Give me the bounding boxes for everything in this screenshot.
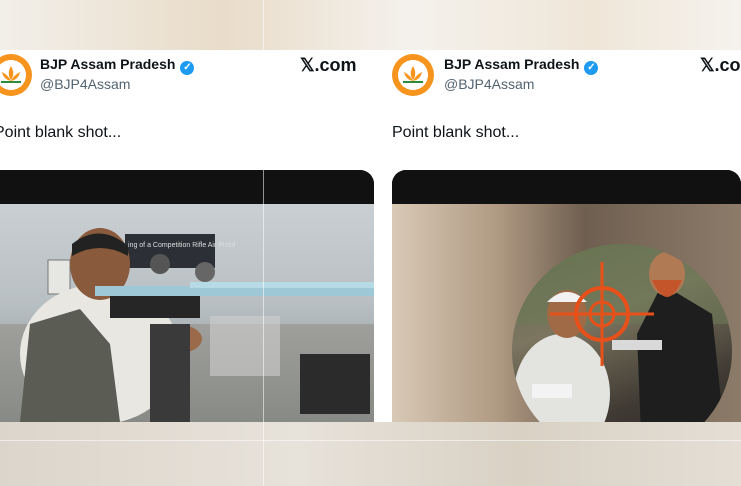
image-banner-text: ing of a Competition Rifle Air Pistol xyxy=(128,242,236,249)
tweet-text: Point blank shot... xyxy=(392,124,520,141)
tweet-media-image[interactable]: ing of a Competition Rifle Air Pistol xyxy=(0,170,374,422)
verified-badge-icon: ✓ xyxy=(180,61,195,75)
right-tweet-card: BJP Assam Pradesh ✓ @BJP4Assam 𝕏.com Poin… xyxy=(384,50,741,422)
graphic-photo xyxy=(392,204,741,422)
account-handle[interactable]: @BJP4Assam xyxy=(40,76,130,92)
x-logo-icon: 𝕏.com xyxy=(700,55,741,75)
media-top-bar xyxy=(0,170,374,204)
avatar[interactable] xyxy=(0,54,32,96)
tweet-media-image[interactable] xyxy=(392,170,741,422)
media-top-bar xyxy=(392,170,741,204)
account-name[interactable]: BJP Assam Pradesh ✓ xyxy=(40,56,195,75)
shooting-photo: ing of a Competition Rifle Air Pistol xyxy=(0,204,374,422)
shooting-scene-illustration xyxy=(0,228,374,422)
x-logo-icon: 𝕏.com xyxy=(300,55,357,75)
collage-seam-vertical xyxy=(263,0,264,486)
avatar[interactable] xyxy=(392,54,434,96)
left-tweet-card: BJP Assam Pradesh ✓ @BJP4Assam 𝕏.com Poin… xyxy=(0,50,384,422)
background-bottom xyxy=(0,422,741,486)
account-name-text: BJP Assam Pradesh xyxy=(40,56,176,72)
background-top xyxy=(0,0,741,50)
bjp-lotus-logo-icon xyxy=(1,66,21,83)
verified-badge-icon: ✓ xyxy=(584,61,599,75)
crosshair-icon xyxy=(550,262,654,366)
account-name[interactable]: BJP Assam Pradesh ✓ xyxy=(444,56,599,75)
tweet-text: Point blank shot... xyxy=(0,124,122,141)
bjp-lotus-logo-icon xyxy=(403,66,423,83)
account-handle[interactable]: @BJP4Assam xyxy=(444,76,534,92)
account-name-text: BJP Assam Pradesh xyxy=(444,56,580,72)
collage-seam-horizontal xyxy=(0,440,741,441)
